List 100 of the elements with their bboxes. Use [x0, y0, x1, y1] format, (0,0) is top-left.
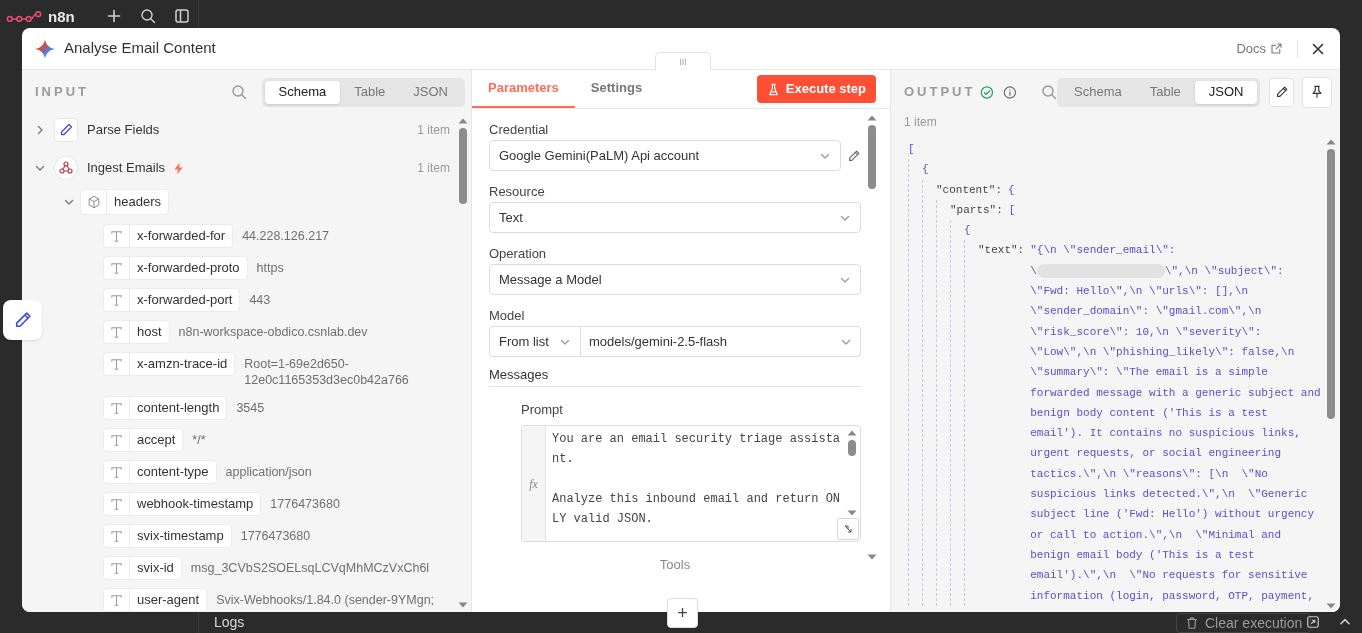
json-bracket: [ — [1008, 202, 1016, 218]
logo-icon — [6, 10, 42, 24]
scrollbar[interactable] — [1326, 139, 1336, 609]
field-name: svix-timestamp — [136, 527, 225, 546]
add-button[interactable] — [106, 8, 122, 24]
field-value: 1776473680 — [240, 528, 312, 544]
add-tool-button[interactable]: + — [667, 598, 698, 628]
scrollbar[interactable] — [458, 118, 468, 608]
text-type-icon — [110, 401, 123, 415]
scrollbar-thumb[interactable] — [1327, 149, 1335, 419]
json-bracket: { — [922, 162, 929, 178]
item-count: 1 item — [417, 160, 450, 177]
json-key: "text": — [978, 240, 1025, 261]
json-string: benign email body ('This is a test — [1030, 547, 1255, 563]
pin-icon — [1310, 85, 1325, 99]
scrollbar-thumb[interactable] — [848, 440, 856, 456]
view-tab[interactable]: Table — [1135, 80, 1195, 104]
edit-node-button[interactable] — [3, 300, 42, 340]
field-value: */* — [192, 432, 207, 448]
field-name: content-length — [136, 399, 221, 418]
scroll-up-arrow-icon[interactable] — [1326, 139, 1336, 145]
field-name: user-agent — [136, 591, 201, 610]
text-type-icon — [110, 357, 123, 371]
field-name: headers — [113, 193, 162, 212]
panel-tab[interactable]: Settings — [574, 69, 659, 108]
json-string: benign body content ('This is a test — [1030, 405, 1268, 421]
view-tab[interactable]: Schema — [264, 80, 341, 104]
scroll-up-arrow-icon[interactable] — [867, 115, 877, 121]
field-name: x-forwarded-port — [136, 291, 234, 310]
json-string: \"Fwd: Hello\",\n \"urls\": [],\n — [1030, 284, 1249, 300]
field-value: Root=1-69e2d650-12e0c1165353d3ec0b42a766 — [244, 356, 410, 388]
view-tab[interactable]: Table — [340, 80, 400, 104]
grip-icon — [678, 57, 688, 66]
json-string: tactics.\",\n \"reasons\": [\n \"No — [1030, 466, 1268, 482]
dropdown[interactable]: Message a Model — [489, 264, 861, 295]
scrollbar-thumb[interactable] — [868, 125, 876, 189]
text-type-icon — [110, 293, 123, 307]
json-string: email'). It contains no suspicious links, — [1030, 426, 1301, 442]
item-count: 1 item — [417, 122, 450, 139]
json-string: \"summary\": \"The email is a simple — [1030, 365, 1268, 381]
field-value: application/json — [225, 464, 313, 480]
scrollbar[interactable] — [847, 430, 857, 516]
field-label: Model — [489, 307, 526, 325]
field-name: host — [136, 323, 163, 342]
field-value: Svix-Webhooks/1.84.0 (sender-9YMgn; — [216, 592, 436, 608]
mode-dropdown[interactable]: From list — [489, 326, 581, 357]
panel-title: INPUT — [35, 83, 89, 102]
json-string: urgent requests, or social engineering — [1030, 446, 1282, 462]
edit-button[interactable] — [1269, 77, 1295, 107]
text-type-icon — [110, 325, 123, 339]
json-string: forwarded message with a generic subject and — [1030, 385, 1321, 401]
dropdown[interactable]: Google Gemini(PaLM) Api account — [489, 140, 841, 171]
scroll-down-arrow-icon[interactable] — [867, 554, 877, 560]
dropdown[interactable]: models/gemini-2.5-flash — [581, 326, 861, 357]
json-key: "content": — [936, 179, 1002, 200]
scroll-down-arrow-icon[interactable] — [458, 602, 468, 608]
scrollbar-thumb[interactable] — [459, 128, 467, 204]
view-tab[interactable]: JSON — [399, 80, 462, 104]
prompt-editor[interactable]: fx You are an email security triage assistant. Analyze this inbound email and return ONLY valid JSON. — [521, 425, 861, 542]
search-button[interactable] — [140, 8, 156, 24]
field-name: x-amzn-trace-id — [136, 355, 229, 374]
pin-button[interactable] — [1302, 76, 1332, 108]
json-string: "{\n \"sender_email\": — [1030, 243, 1176, 259]
node-name: Parse Fields — [87, 121, 160, 140]
text-type-icon — [110, 433, 123, 447]
prompt-text: You are an email security triage assistant. Analyze this inbound email and return ONLY valid JSON. — [551, 431, 842, 528]
resize-icon[interactable] — [837, 518, 859, 540]
text-type-icon — [110, 561, 123, 575]
field-name: accept — [136, 431, 177, 450]
field-name: svix-id — [136, 559, 175, 578]
dropdown[interactable]: Text — [489, 202, 861, 233]
sidebar-toggle-button[interactable] — [174, 8, 190, 24]
json-string: \"sender_domain\": \"gmail.com\",\n — [1030, 304, 1262, 320]
section-title: Messages — [489, 366, 861, 387]
view-tab[interactable]: JSON — [1194, 80, 1258, 104]
logs-tab[interactable]: Logs — [214, 613, 245, 631]
drag-handle[interactable] — [655, 52, 711, 70]
docs-link[interactable]: Docs — [1236, 38, 1283, 59]
json-string: \"Low\",\n \"phishing_likely\": false,\n — [1030, 344, 1295, 360]
field-label: Resource — [489, 183, 546, 201]
clear-execution-button[interactable]: Clear execution — [1176, 613, 1312, 633]
scrollbar[interactable] — [867, 115, 877, 560]
json-string: subject line ('Fwd: Hello') without urgency — [1030, 507, 1315, 523]
json-key: "parts": — [950, 199, 1003, 221]
scroll-down-arrow-icon[interactable] — [847, 510, 857, 516]
popout-button[interactable] — [1306, 615, 1320, 629]
cube-icon — [86, 195, 101, 209]
field-value: 443 — [249, 292, 272, 308]
json-string: \",\n \"subject\": — [1164, 263, 1284, 279]
info-icon[interactable] — [1003, 84, 1017, 100]
scroll-down-arrow-icon[interactable] — [1326, 603, 1336, 609]
scroll-up-arrow-icon[interactable] — [458, 118, 468, 124]
json-string: \ — [1030, 263, 1037, 279]
scroll-up-arrow-icon[interactable] — [847, 430, 857, 436]
external-link-icon — [1270, 42, 1283, 55]
view-tab[interactable]: Schema — [1060, 80, 1136, 104]
field-value: 44.228.126.217 — [242, 228, 331, 244]
text-type-icon — [110, 593, 123, 607]
field-name: x-forwarded-proto — [136, 259, 241, 278]
edit-button[interactable] — [847, 148, 861, 163]
